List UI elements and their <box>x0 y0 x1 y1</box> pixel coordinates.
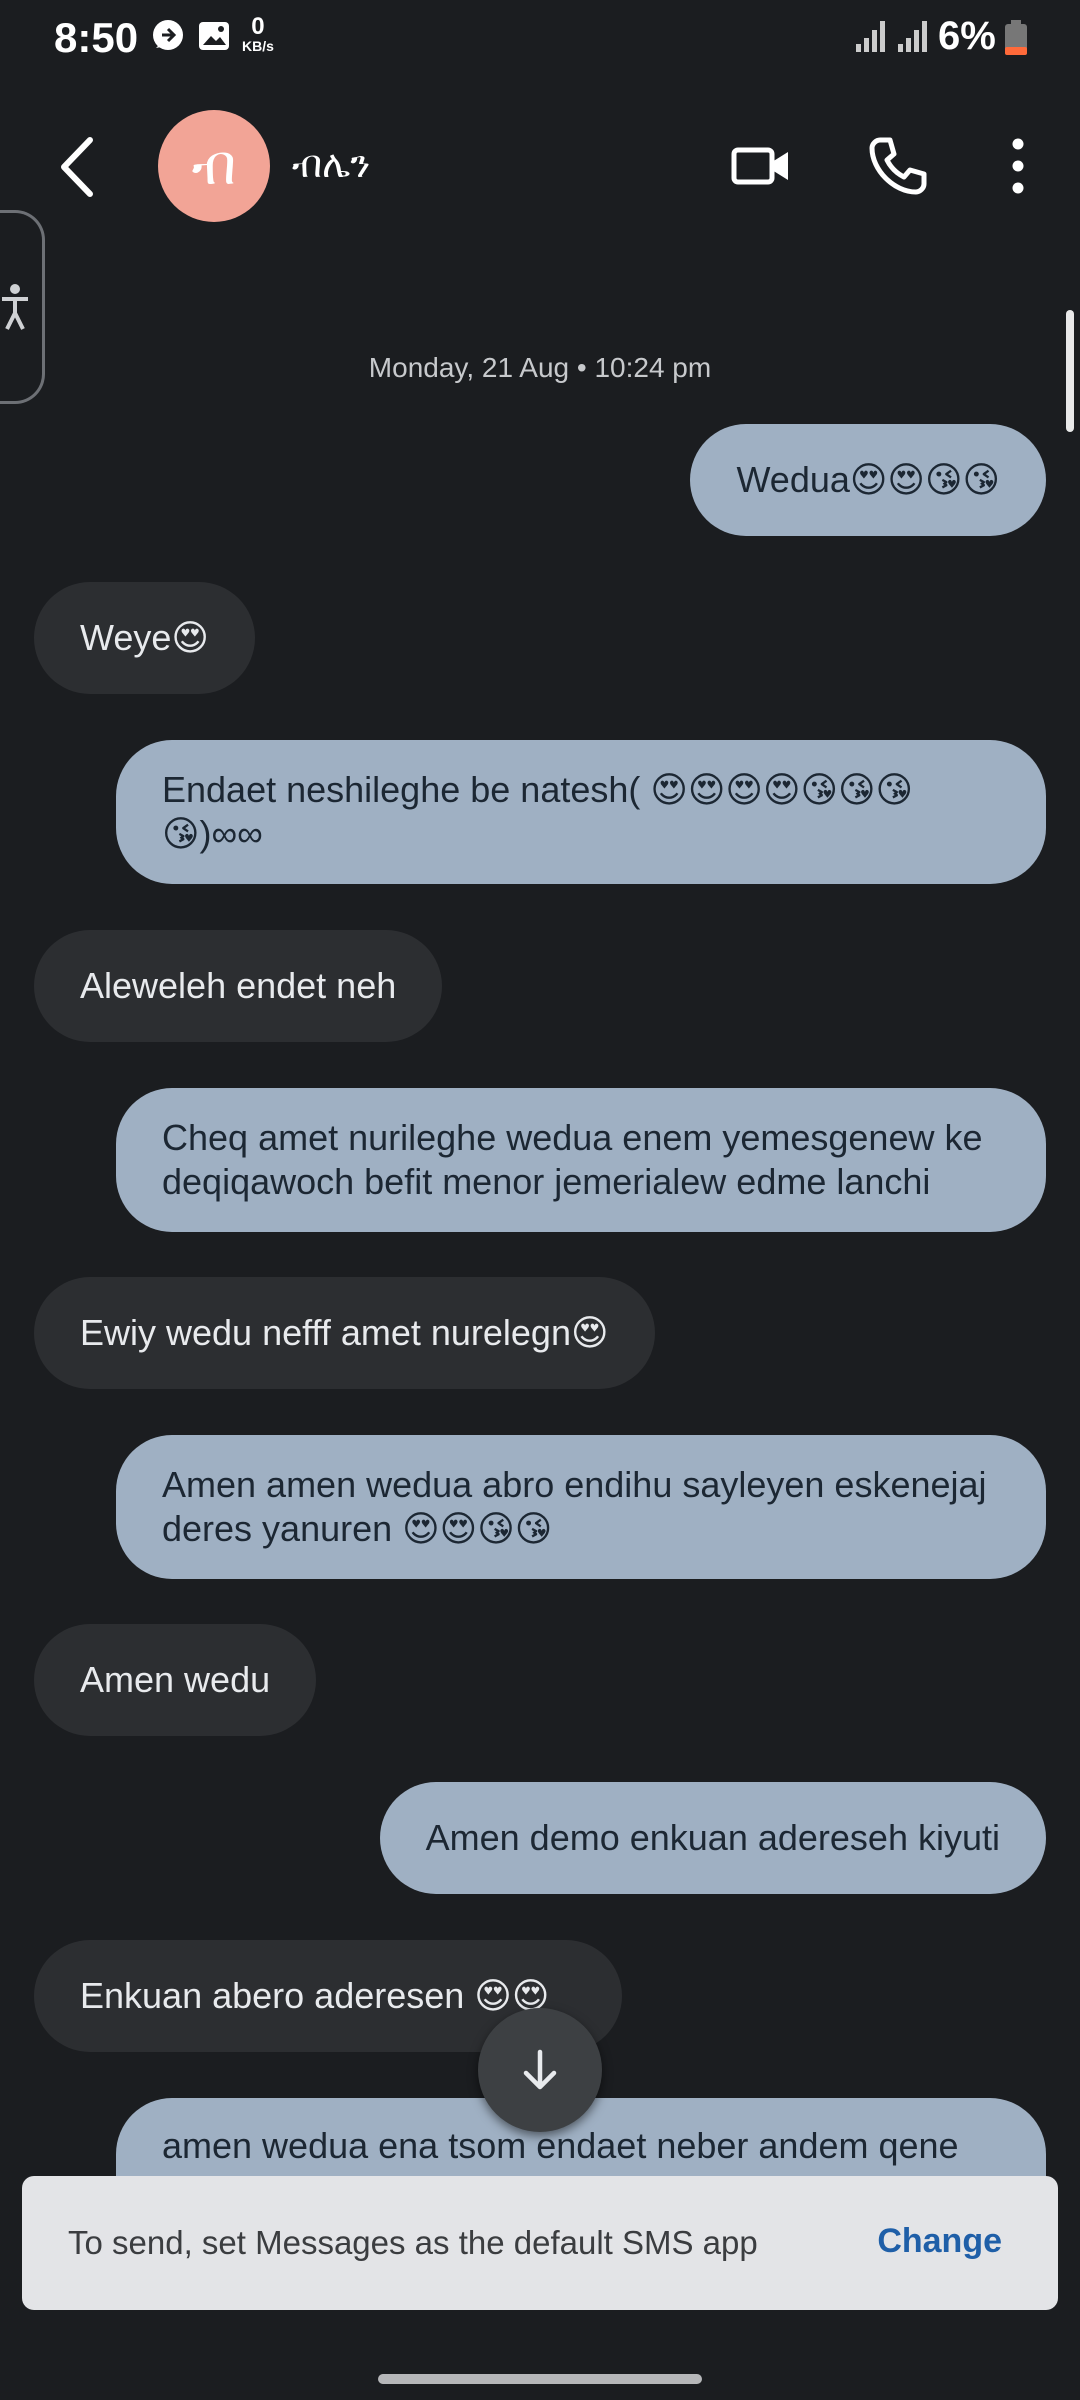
message-notification-icon <box>153 20 183 50</box>
sent-message[interactable]: Amen demo enkuan adereseh kiyuti <box>379 1782 1046 1894</box>
home-gesture-bar[interactable] <box>378 2374 702 2384</box>
phone-icon[interactable] <box>862 130 934 202</box>
network-speed: 0 KB/s <box>242 13 274 55</box>
image-notification-icon <box>199 22 229 50</box>
received-message[interactable]: Weye😍 <box>34 582 255 694</box>
signal-icon <box>856 21 885 52</box>
status-time: 8:50 <box>54 14 139 61</box>
avatar[interactable]: ብ <box>158 110 270 222</box>
signal-icon <box>898 21 927 52</box>
video-call-icon[interactable] <box>726 130 798 202</box>
sent-message[interactable]: Amen amen wedua abro endihu sayleyen esk… <box>116 1435 1046 1579</box>
battery-low-icon <box>1005 20 1027 55</box>
back-arrow-icon[interactable] <box>52 132 108 202</box>
date-separator: Monday, 21 Aug • 10:24 pm <box>368 352 712 383</box>
contact-name[interactable]: ብሌን <box>292 142 370 187</box>
change-button[interactable]: Change <box>877 2222 1002 2261</box>
received-message[interactable]: Amen wedu <box>34 1624 317 1736</box>
received-message[interactable]: Ewiy wedu nefff amet nurelegn😍 <box>34 1277 655 1389</box>
accessibility-icon <box>2 284 28 330</box>
arrow-down-icon <box>523 2049 557 2090</box>
more-options-icon[interactable] <box>982 130 1054 202</box>
snackbar-message: To send, set Messages as the default SMS… <box>68 2224 758 2261</box>
status-bar: 8:50 0 KB/s 6% <box>0 0 1080 80</box>
sent-message[interactable]: Wedua😍😍😘😘 <box>690 424 1046 536</box>
received-message[interactable]: Aleweleh endet neh <box>34 930 443 1042</box>
sent-message[interactable]: Cheq amet nurileghe wedua enem yemesgene… <box>116 1088 1046 1232</box>
scroll-to-bottom-button[interactable] <box>478 2008 602 2132</box>
sent-message[interactable]: Endaet neshileghe be natesh( 😍😍😍😍😘😘😘 😘)∞… <box>116 740 1046 884</box>
default-sms-snackbar: To send, set Messages as the default SMS… <box>22 2176 1058 2310</box>
battery-percentage: 6% <box>938 14 996 58</box>
